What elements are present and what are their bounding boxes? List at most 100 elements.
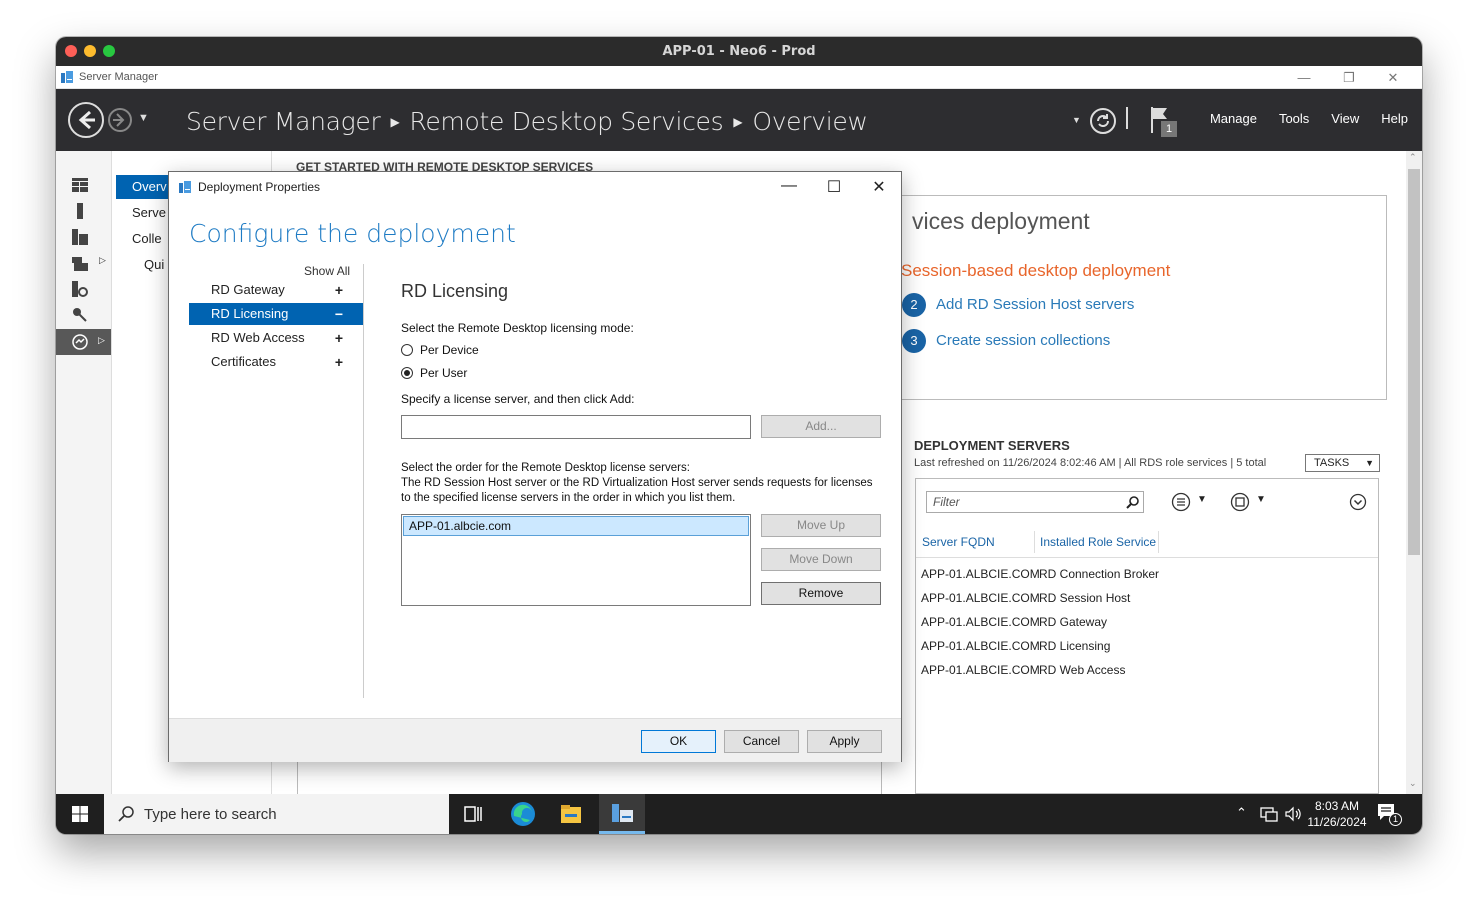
- dialog-nav-rd-gateway[interactable]: RD Gateway +: [189, 279, 363, 301]
- dialog-titlebar[interactable]: Deployment Properties — ☐ ✕: [169, 172, 901, 202]
- filter-input[interactable]: Filter: [926, 491, 1144, 513]
- server-manager-icon: [61, 71, 73, 83]
- per-device-radio[interactable]: Per Device: [401, 343, 479, 357]
- maximize-icon[interactable]: ☐: [819, 177, 849, 197]
- chevron-down-icon[interactable]: ▼: [1256, 494, 1266, 505]
- show-all-link[interactable]: Show All: [304, 264, 350, 278]
- rds-nav-item[interactable]: ▷: [56, 329, 111, 355]
- list-options-icon[interactable]: [1171, 492, 1191, 512]
- step-label[interactable]: Add RD Session Host servers: [936, 296, 1134, 313]
- cancel-button[interactable]: Cancel: [724, 730, 799, 753]
- mac-titlebar: APP-01 - Neo6 - Prod: [56, 37, 1422, 66]
- dialog-nav-rd-licensing[interactable]: RD Licensing −: [189, 303, 363, 325]
- apply-button[interactable]: Apply: [807, 730, 882, 753]
- search-icon[interactable]: [1126, 495, 1140, 509]
- table-row[interactable]: APP-01.ALBCIE.COM RD Licensing: [921, 639, 1110, 653]
- network-icon[interactable]: [1260, 806, 1278, 822]
- per-user-radio[interactable]: Per User: [401, 366, 467, 380]
- forward-button[interactable]: [108, 108, 132, 132]
- radio-label: Per Device: [420, 343, 479, 357]
- refresh-dropdown-icon[interactable]: ▼: [1072, 115, 1081, 125]
- license-server-input[interactable]: [401, 415, 751, 439]
- restore-icon[interactable]: ❐: [1327, 68, 1371, 87]
- table-row[interactable]: APP-01.ALBCIE.COM RD Session Host: [921, 591, 1130, 605]
- server-manager-taskbar-button[interactable]: [599, 794, 645, 834]
- scroll-down-icon[interactable]: ⌄: [1409, 778, 1417, 789]
- step-create-collections[interactable]: 3 Create session collections: [902, 329, 1110, 353]
- notification-badge: 1: [1389, 813, 1402, 826]
- step-label[interactable]: Create session collections: [936, 332, 1110, 349]
- clock-date: 11/26/2024: [1307, 815, 1367, 829]
- taskbar-clock[interactable]: 8:03 AM 11/26/2024: [1305, 798, 1369, 830]
- move-down-button[interactable]: Move Down: [761, 548, 881, 571]
- table-row[interactable]: APP-01.ALBCIE.COM RD Web Access: [921, 663, 1125, 677]
- tray-overflow-icon[interactable]: ⌃: [1236, 805, 1247, 821]
- add-button[interactable]: Add...: [761, 415, 881, 438]
- scrollbar-thumb[interactable]: [1408, 169, 1420, 555]
- view-menu[interactable]: View: [1331, 111, 1359, 126]
- server-manager-header: ▼ Server Manager ▶ Remote Desktop Services…: [56, 89, 1422, 151]
- column-installed-role[interactable]: Installed Role Service: [1040, 535, 1156, 549]
- iis-icon[interactable]: [72, 281, 88, 297]
- manage-menu[interactable]: Manage: [1210, 111, 1257, 126]
- tools-icon[interactable]: [72, 307, 88, 323]
- step-add-session-host[interactable]: 2 Add RD Session Host servers: [902, 293, 1134, 317]
- volume-icon[interactable]: [1284, 806, 1302, 822]
- save-query-icon[interactable]: [1230, 492, 1250, 512]
- close-icon[interactable]: ✕: [1371, 68, 1415, 87]
- tools-menu[interactable]: Tools: [1279, 111, 1309, 126]
- task-view-icon[interactable]: [458, 799, 488, 829]
- file-explorer-icon[interactable]: [556, 799, 586, 829]
- dialog-nav-certificates[interactable]: Certificates +: [189, 351, 363, 373]
- windows-logo-icon: [72, 806, 88, 822]
- minimize-icon[interactable]: —: [774, 177, 804, 197]
- collapse-minus-icon: −: [334, 306, 343, 322]
- section-title: RD Licensing: [401, 281, 509, 301]
- edge-browser-icon[interactable]: [508, 799, 538, 829]
- breadcrumb-rds[interactable]: Remote Desktop Services: [409, 107, 723, 136]
- chevron-down-icon[interactable]: ▼: [1197, 494, 1207, 505]
- back-button[interactable]: [68, 102, 104, 138]
- expand-arrow-icon[interactable]: ▷: [99, 255, 106, 266]
- licensing-mode-label: Select the Remote Desktop licensing mode…: [401, 321, 634, 335]
- table-row[interactable]: APP-01.ALBCIE.COM RD Gateway: [921, 615, 1107, 629]
- table-row[interactable]: APP-01.ALBCIE.COM RD Connection Broker: [921, 567, 1159, 581]
- radio-circle: [401, 344, 413, 356]
- dialog-nav-rd-web-access[interactable]: RD Web Access +: [189, 327, 363, 349]
- breadcrumb-separator-icon: ▶: [733, 115, 743, 129]
- taskbar-search[interactable]: Type here to search: [104, 794, 449, 834]
- file-storage-icon[interactable]: [72, 255, 88, 271]
- minimize-icon[interactable]: —: [1282, 68, 1326, 87]
- step-number: 2: [902, 293, 926, 317]
- deployment-servers-panel: Filter ▼ ▼ Server FQDN Installed Role Se…: [915, 478, 1379, 794]
- sidebar-icon-strip: ▷ ▷: [56, 151, 112, 794]
- list-item[interactable]: APP-01.albcie.com: [403, 516, 749, 536]
- help-menu[interactable]: Help: [1381, 111, 1408, 126]
- dashboard-icon[interactable]: [72, 177, 88, 193]
- scroll-up-icon[interactable]: ⌃: [1409, 152, 1417, 163]
- vertical-scrollbar[interactable]: ⌃ ⌄: [1406, 151, 1422, 794]
- notifications-flag-button[interactable]: 1: [1149, 105, 1179, 137]
- search-icon: [118, 806, 134, 822]
- breadcrumb-server-manager[interactable]: Server Manager: [186, 107, 381, 136]
- header-divider: [1126, 107, 1128, 129]
- ok-button[interactable]: OK: [641, 730, 716, 753]
- action-center-button[interactable]: 1: [1376, 802, 1402, 826]
- tasks-dropdown[interactable]: TASKS ▼: [1305, 454, 1380, 472]
- license-server-list[interactable]: APP-01.albcie.com: [401, 514, 751, 606]
- expand-circle-icon[interactable]: [1349, 493, 1367, 511]
- server-fqdn-cell: APP-01.ALBCIE.COM: [921, 591, 1040, 605]
- local-server-icon[interactable]: [72, 203, 88, 219]
- start-button[interactable]: [56, 794, 104, 834]
- remove-button[interactable]: Remove: [761, 582, 881, 605]
- column-server-fqdn[interactable]: Server FQDN: [922, 535, 995, 549]
- refresh-button[interactable]: [1090, 108, 1116, 134]
- expand-plus-icon: +: [334, 330, 343, 346]
- nav-label: RD Web Access: [211, 330, 305, 345]
- all-servers-icon[interactable]: [72, 229, 88, 245]
- history-dropdown-icon[interactable]: ▼: [138, 112, 149, 124]
- order-label-2: The RD Session Host server or the RD Vir…: [401, 477, 873, 489]
- move-up-button[interactable]: Move Up: [761, 514, 881, 537]
- close-icon[interactable]: ✕: [864, 177, 894, 197]
- arrow-left-icon: [78, 110, 95, 130]
